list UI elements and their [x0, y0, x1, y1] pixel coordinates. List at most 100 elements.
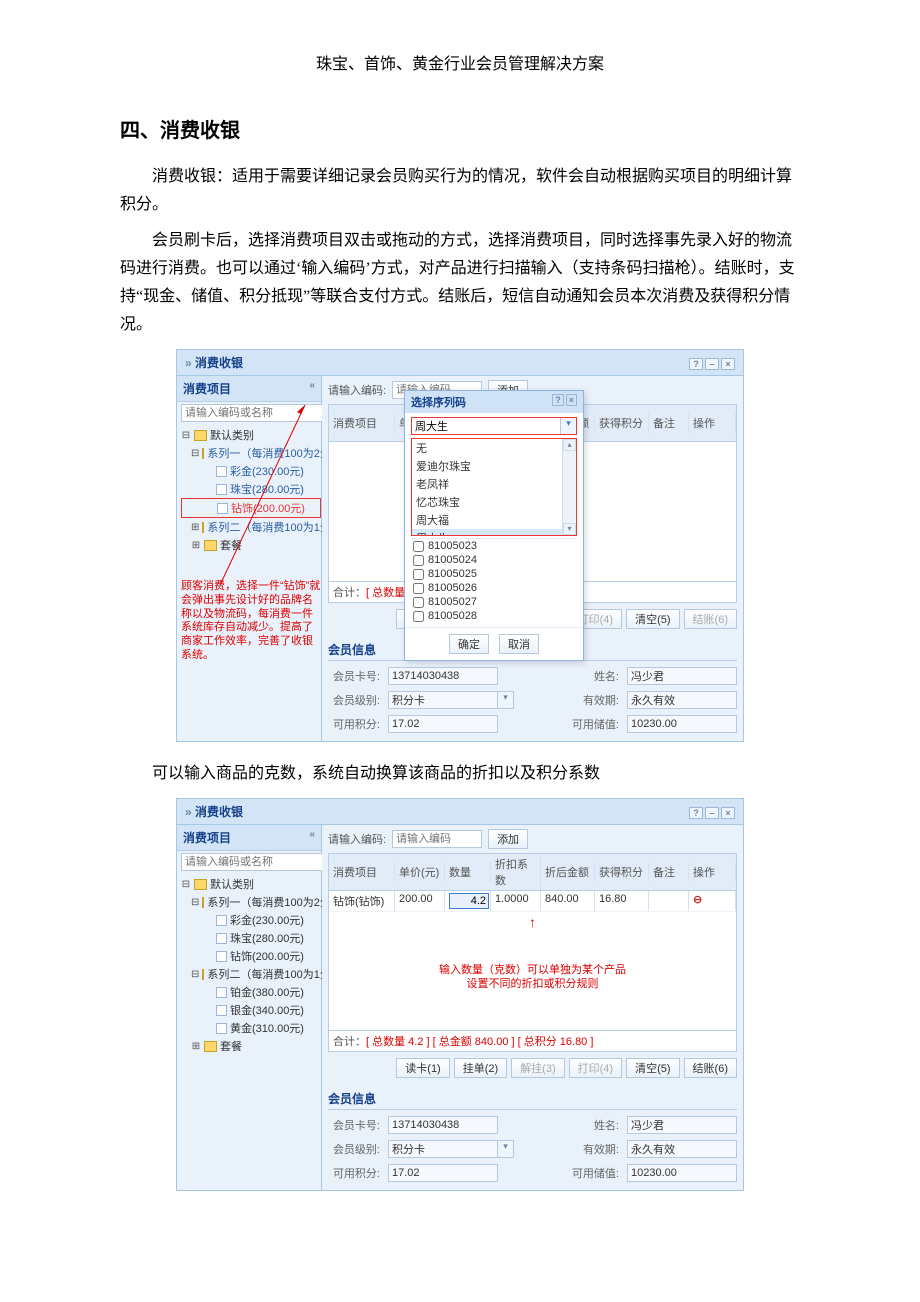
print-button[interactable]: 打印(4) [569, 1058, 622, 1078]
tree-toggle[interactable]: ⊟ [191, 448, 199, 459]
minimize-icon[interactable]: – [705, 358, 719, 370]
window-controls[interactable]: ?–× [687, 356, 735, 370]
level-label: 会员级别: [328, 692, 380, 708]
card-field[interactable] [388, 1116, 498, 1134]
tree-toggle[interactable]: ⊞ [191, 522, 199, 533]
unhold-button[interactable]: 解挂(3) [511, 1058, 564, 1078]
tree-toggle[interactable]: ⊟ [181, 879, 191, 890]
collapse-icon[interactable]: « [309, 380, 315, 397]
serial-checkbox-row[interactable]: 81005026 [411, 581, 577, 595]
add-button[interactable]: 添加 [488, 829, 528, 849]
checkout-button[interactable]: 结账(6) [684, 1058, 737, 1078]
delete-icon[interactable]: ⊖ [693, 894, 702, 906]
tree-node[interactable]: 套餐 [220, 1038, 242, 1054]
code-input[interactable] [392, 830, 482, 848]
level-select[interactable] [388, 1140, 498, 1158]
serial-checkbox-row[interactable]: 81005023 [411, 539, 577, 553]
read-card-button[interactable]: 读卡(1) [396, 1058, 449, 1078]
side-title: 消费项目 [183, 829, 231, 846]
serial-checkbox-row[interactable]: 81005024 [411, 553, 577, 567]
tree-toggle[interactable]: ⊞ [191, 1041, 201, 1052]
brand-option[interactable]: 忆芯珠宝 [412, 493, 576, 511]
cancel-button[interactable]: 取消 [499, 634, 539, 654]
close-icon[interactable]: × [566, 394, 577, 406]
tree-leaf[interactable]: 黄金(310.00元) [230, 1020, 304, 1036]
serial-checkbox[interactable] [413, 611, 424, 622]
serial-checkbox[interactable] [413, 541, 424, 552]
tree-search-input[interactable] [181, 853, 331, 871]
leaf-icon [216, 915, 227, 926]
brand-option-list[interactable]: 无 爱迪尔珠宝 老凤祥 忆芯珠宝 周大福 周大生 ▴▾ [411, 438, 577, 536]
clear-button[interactable]: 清空(5) [626, 609, 679, 629]
brand-combo[interactable]: ▾ [411, 417, 577, 435]
cell-price: 200.00 [395, 891, 445, 911]
summary-row: 合计：[ 总数量 4.2 ] [ 总金额 840.00 ] [ 总积分 16.8… [328, 1031, 737, 1052]
tree-toggle[interactable]: ⊞ [191, 540, 201, 551]
minimize-icon[interactable]: – [705, 807, 719, 819]
serial-checkbox[interactable] [413, 597, 424, 608]
leaf-icon [216, 1023, 227, 1034]
code-label: 请输入编码: [328, 382, 386, 398]
clear-button[interactable]: 清空(5) [626, 1058, 679, 1078]
checkout-button[interactable]: 结账(6) [684, 609, 737, 629]
cell-item: 钻饰(钻饰) [329, 891, 395, 911]
tree-toggle[interactable]: ⊟ [191, 969, 199, 980]
cell-discount: 1.0000 [491, 891, 541, 911]
tree-leaf[interactable]: 珠宝(280.00元) [230, 930, 304, 946]
serial-checkbox[interactable] [413, 583, 424, 594]
brand-option-selected[interactable]: 周大生 [412, 529, 576, 536]
callout-1: 顾客消费，选择一件“钻饰”就会弹出事先设计好的品牌名称以及物流码，每消费一件系统… [177, 580, 327, 663]
leaf-icon [216, 1005, 227, 1016]
tree-toggle[interactable]: ⊟ [181, 430, 191, 441]
tree-leaf[interactable]: 彩金(230.00元) [230, 912, 304, 928]
chevron-down-icon[interactable]: ▾ [498, 691, 514, 709]
points-field [388, 1164, 498, 1182]
table-row[interactable]: 钻饰(钻饰) 200.00 1.0000 840.00 16.80 ⊖ [329, 891, 736, 912]
table-header: 消费项目单价(元)数量折扣系数折后金额获得积分备注操作 [328, 853, 737, 891]
folder-icon [204, 1041, 217, 1052]
scrollbar[interactable]: ▴▾ [562, 439, 576, 535]
tree-leaf[interactable]: 钻饰(200.00元) [230, 948, 304, 964]
name-field [627, 1116, 737, 1134]
card-label: 会员卡号: [328, 668, 380, 684]
help-icon[interactable]: ? [552, 394, 564, 406]
help-icon[interactable]: ? [689, 358, 703, 370]
scroll-down-icon[interactable]: ▾ [563, 523, 576, 535]
close-icon[interactable]: × [721, 358, 735, 370]
serial-checkbox[interactable] [413, 569, 424, 580]
expiry-label: 有效期: [567, 1141, 619, 1157]
hold-button[interactable]: 挂单(2) [454, 1058, 507, 1078]
chevron-down-icon[interactable]: ▾ [498, 1140, 514, 1158]
code-label: 请输入编码: [328, 831, 386, 847]
serial-checkbox[interactable] [413, 555, 424, 566]
tree-leaf[interactable]: 铂金(380.00元) [230, 984, 304, 1000]
card-field[interactable] [388, 667, 498, 685]
brand-combo-input[interactable] [412, 418, 560, 434]
tree-leaf[interactable]: 银金(340.00元) [230, 1002, 304, 1018]
close-icon[interactable]: × [721, 807, 735, 819]
name-label: 姓名: [567, 1117, 619, 1133]
serial-checkbox-row[interactable]: 81005028 [411, 609, 577, 623]
chevron-down-icon[interactable]: ▾ [560, 418, 576, 434]
brand-option[interactable]: 周大福 [412, 511, 576, 529]
brand-option[interactable]: 爱迪尔珠宝 [412, 457, 576, 475]
window-controls[interactable]: ?–× [687, 805, 735, 819]
collapse-icon[interactable]: « [309, 829, 315, 846]
side-title: 消费项目 [183, 380, 231, 397]
serial-checkbox-row[interactable]: 81005025 [411, 567, 577, 581]
serial-checkbox-row[interactable]: 81005027 [411, 595, 577, 609]
help-icon[interactable]: ? [689, 807, 703, 819]
serial-modal: 选择序列码?× ▾ 无 爱迪尔珠宝 老凤祥 忆芯珠宝 周大福 周大生 ▴▾ [404, 390, 584, 661]
category-tree[interactable]: ⊟默认类别 ⊟系列一（每消费100为2分） 彩金(230.00元) 珠宝(280… [177, 873, 321, 1059]
qty-input[interactable] [449, 893, 489, 909]
app-window-1: » 消费收银 ?–× 消费项目« × 🔍 ⊟默认类别 ⊟系列一（每消费100为2… [176, 349, 744, 742]
tree-node[interactable]: 默认类别 [210, 876, 254, 892]
tree-toggle[interactable]: ⊟ [191, 897, 199, 908]
scroll-up-icon[interactable]: ▴ [563, 439, 576, 451]
leaf-icon [216, 987, 227, 998]
brand-option[interactable]: 老凤祥 [412, 475, 576, 493]
level-select[interactable] [388, 691, 498, 709]
brand-option[interactable]: 无 [412, 439, 576, 457]
points-label: 可用积分: [328, 1165, 380, 1181]
ok-button[interactable]: 确定 [449, 634, 489, 654]
